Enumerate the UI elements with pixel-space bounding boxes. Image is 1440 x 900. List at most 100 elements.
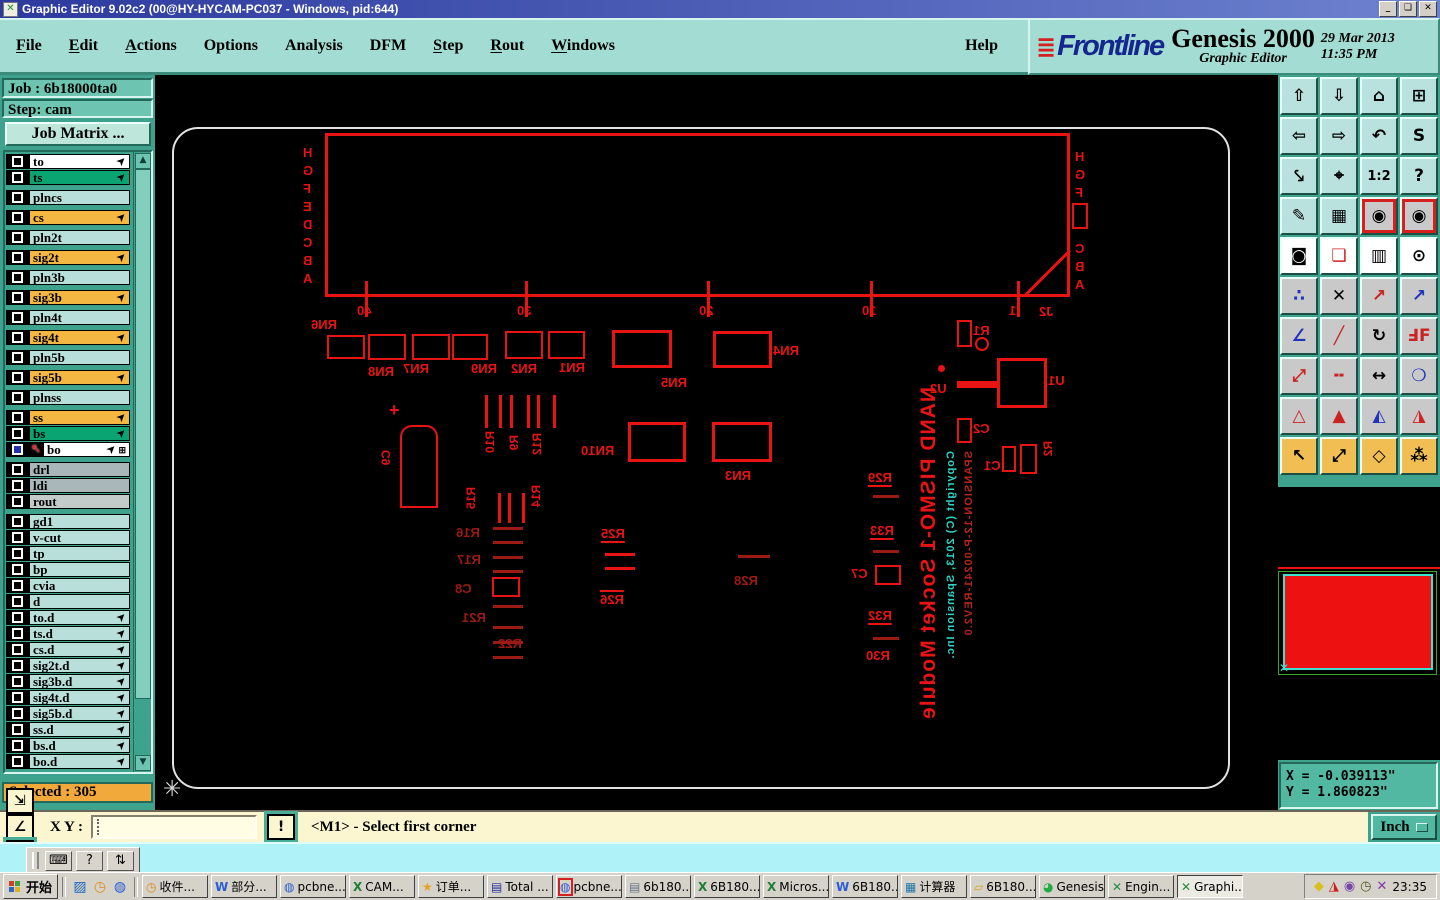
ql-clock-button[interactable]: ◷: [90, 877, 110, 897]
layer-name[interactable]: drl: [29, 462, 130, 477]
close-button[interactable]: ✕: [1419, 1, 1437, 17]
layer-checkbox[interactable]: [12, 156, 23, 167]
layer-row-sig3b.d[interactable]: sig3b.d ➤: [6, 674, 130, 689]
task-button[interactable]: ▤ 6b180...: [625, 875, 692, 898]
surface-outline-button[interactable]: △: [1280, 397, 1318, 435]
keyboard-button[interactable]: ⌨: [45, 850, 72, 871]
layer-checkbox[interactable]: [12, 232, 23, 243]
layer-row-sig4t.d[interactable]: sig4t.d ➤: [6, 690, 130, 705]
menu-actions[interactable]: Actions: [125, 37, 177, 55]
layer-name[interactable]: sig3b ➤: [29, 290, 130, 305]
xy-entry-input[interactable]: [91, 815, 258, 839]
layer-row-bs[interactable]: bs ➤: [6, 426, 130, 441]
layer-checkbox[interactable]: [12, 312, 23, 323]
task-button[interactable]: X Micros...: [763, 875, 830, 898]
layer-name[interactable]: bo.d ➤: [29, 754, 130, 769]
layer-name[interactable]: to ➤: [29, 154, 130, 169]
layer-row-sig5b[interactable]: sig5b ➤: [6, 370, 130, 385]
menu-analysis[interactable]: Analysis: [285, 37, 343, 55]
select-frame-button[interactable]: ⤢: [1320, 437, 1358, 475]
start-button[interactable]: 开始: [3, 874, 59, 899]
layer-name[interactable]: cs ➤: [29, 210, 130, 225]
task-button[interactable]: W 部分...: [211, 875, 278, 898]
layer-name[interactable]: sig4t ➤: [29, 330, 130, 345]
scroll-down-button[interactable]: ▼: [135, 755, 151, 771]
surface-fill-button[interactable]: ◭: [1360, 397, 1398, 435]
menu-file[interactable]: File: [16, 37, 42, 55]
surface-cross-button[interactable]: ◮: [1400, 397, 1438, 435]
task-button[interactable]: ◍ pcbne...: [556, 875, 623, 898]
layer-row-ss[interactable]: ss ➤: [6, 410, 130, 425]
toolbar-grip[interactable]: [32, 852, 39, 869]
layer-row-pln4t[interactable]: pln4t: [6, 310, 130, 325]
layer-name[interactable]: sig4t.d ➤: [29, 690, 130, 705]
layer-row-cs.d[interactable]: cs.d ➤: [6, 642, 130, 657]
layer-checkbox[interactable]: [12, 692, 23, 703]
ql-desktop-button[interactable]: ▨: [70, 877, 90, 897]
tray-ball-icon[interactable]: ◉: [1344, 879, 1355, 895]
task-button[interactable]: ◍ pcbne...: [280, 875, 347, 898]
layer-row-to.d[interactable]: to.d ➤: [6, 610, 130, 625]
layer-name[interactable]: bs.d ➤: [29, 738, 130, 753]
layer-checkbox[interactable]: [12, 464, 23, 475]
layer-row-sig5b.d[interactable]: sig5b.d ➤: [6, 706, 130, 721]
help-button[interactable]: ?: [1400, 157, 1438, 195]
angle-button[interactable]: ∠: [1280, 317, 1318, 355]
scrollbar-thumb[interactable]: [135, 169, 151, 699]
mirror-button[interactable]: ℲF: [1400, 317, 1438, 355]
display-settings-button[interactable]: ✎: [1280, 197, 1318, 235]
task-button[interactable]: ◕ Genesis: [1039, 875, 1106, 898]
layer-checkbox[interactable]: [12, 580, 23, 591]
frame-button[interactable]: ❏: [1320, 237, 1358, 275]
layer-name[interactable]: tp: [29, 546, 130, 561]
menu-dfm[interactable]: DFM: [370, 37, 406, 55]
layer-name[interactable]: ss.d ➤: [29, 722, 130, 737]
layer-checkbox[interactable]: [12, 292, 23, 303]
task-button[interactable]: ▱ 6B180...: [970, 875, 1037, 898]
layer-checkbox[interactable]: [12, 428, 23, 439]
job-matrix-button[interactable]: Job Matrix ...: [5, 122, 151, 146]
overview-navigator[interactable]: ✕: [1278, 487, 1440, 760]
layer-name[interactable]: ts.d ➤: [29, 626, 130, 641]
menu-options[interactable]: Options: [204, 37, 258, 55]
layer-name[interactable]: d: [29, 594, 130, 609]
layer-up-button[interactable]: ⇧: [1280, 77, 1318, 115]
tray-diamond-icon[interactable]: ◆: [1314, 879, 1324, 895]
pan-right-button[interactable]: ⇨: [1320, 117, 1358, 155]
layer-row-pln5b[interactable]: pln5b: [6, 350, 130, 365]
menu-step[interactable]: Step: [433, 37, 463, 55]
layer-row-sig2t.d[interactable]: sig2t.d ➤: [6, 658, 130, 673]
layer-row-ss.d[interactable]: ss.d ➤: [6, 722, 130, 737]
layer-checkbox[interactable]: [12, 480, 23, 491]
context-help-button[interactable]: ?: [76, 850, 103, 871]
view-undo-button[interactable]: ↶: [1360, 117, 1398, 155]
highlight-button[interactable]: ◙: [1280, 237, 1318, 275]
layer-name[interactable]: cs.d ➤: [29, 642, 130, 657]
layer-row-to[interactable]: to ➤: [6, 154, 130, 169]
layer-row-bp[interactable]: bp: [6, 562, 130, 577]
layer-row-rout[interactable]: rout: [6, 494, 130, 509]
layer-checkbox[interactable]: [12, 496, 23, 507]
grid-button[interactable]: ▦: [1320, 197, 1358, 235]
slope-line-button[interactable]: ╱: [1320, 317, 1358, 355]
select-polygon-button[interactable]: ◇: [1360, 437, 1398, 475]
spinner-button[interactable]: ⇅: [107, 850, 134, 871]
layer-name[interactable]: v-cut: [29, 530, 130, 545]
grow-pad-button[interactable]: ↗: [1360, 277, 1398, 315]
layer-checkbox[interactable]: [12, 516, 23, 527]
layer-name[interactable]: cvia: [29, 578, 130, 593]
home-view-button[interactable]: ⌂: [1360, 77, 1398, 115]
layer-row-ldi[interactable]: ldi: [6, 478, 130, 493]
menu-windows[interactable]: Windows: [551, 37, 615, 55]
menu-rout[interactable]: Rout: [490, 37, 524, 55]
layer-name[interactable]: sig2t ➤: [29, 250, 130, 265]
net-points-button[interactable]: ∴: [1280, 277, 1318, 315]
task-button[interactable]: W 6B180...: [832, 875, 899, 898]
layer-row-plncs[interactable]: plncs: [6, 190, 130, 205]
delete-button[interactable]: ✕: [1320, 277, 1358, 315]
menu-edit[interactable]: Edit: [69, 37, 98, 55]
layer-checkbox[interactable]: [12, 532, 23, 543]
layer-name[interactable]: pln5b: [29, 350, 130, 365]
layer-name[interactable]: plnss: [29, 390, 130, 405]
layer-name[interactable]: rout: [29, 494, 130, 509]
